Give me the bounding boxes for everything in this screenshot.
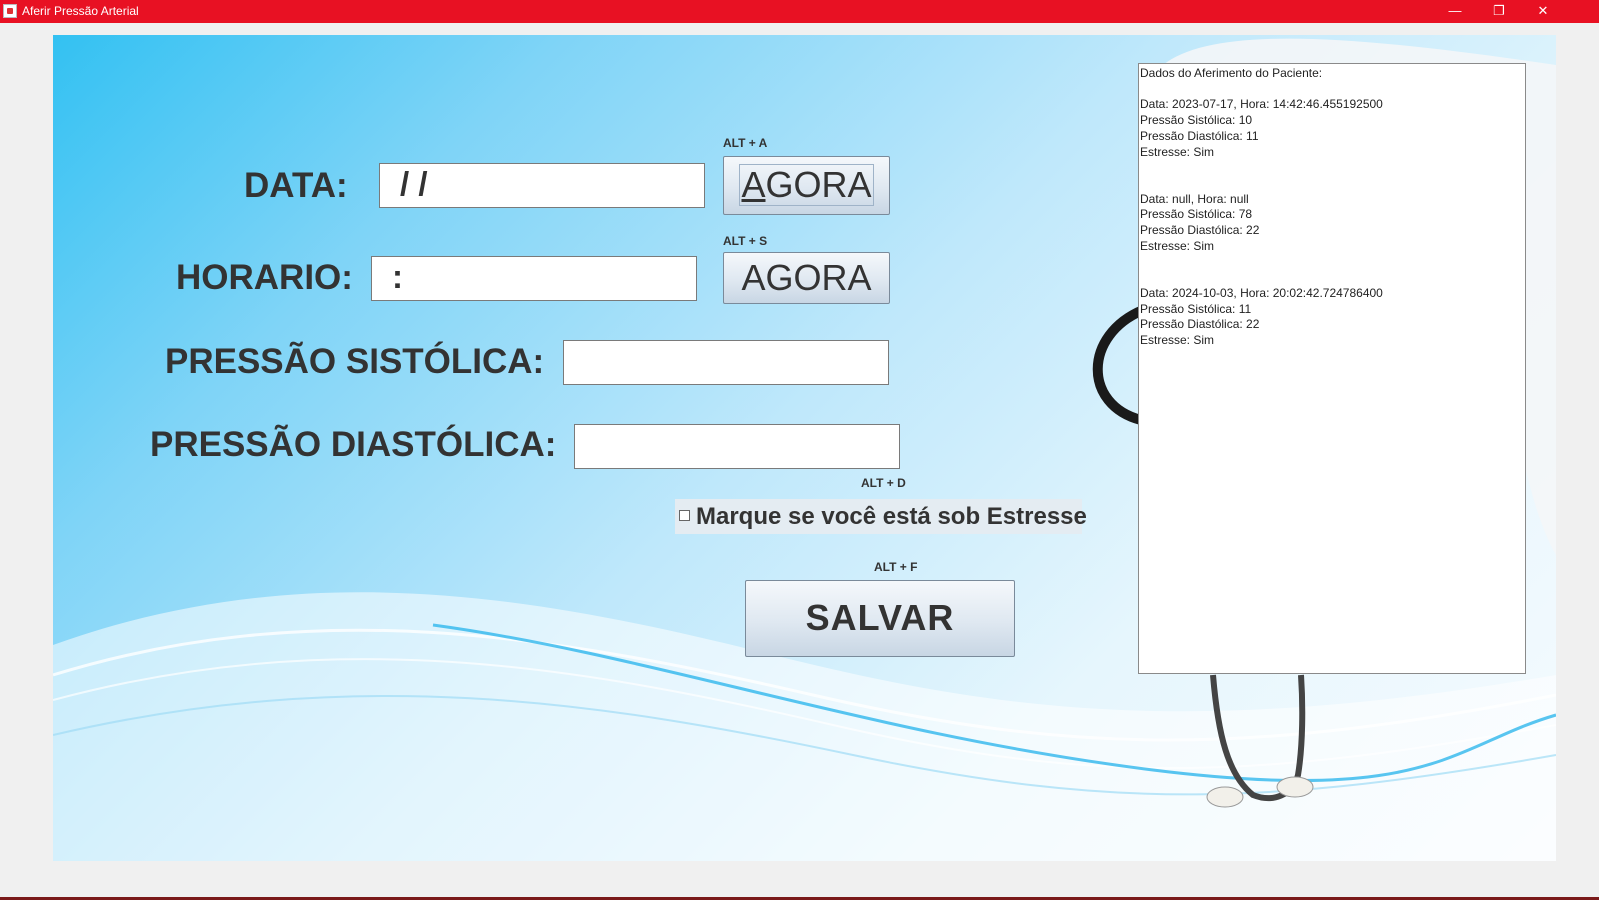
pressao-sistolica-field[interactable] <box>563 340 889 385</box>
checkbox-icon[interactable] <box>679 510 690 521</box>
agora-horario-shortcut-hint: ALT + S <box>723 234 768 248</box>
horario-field[interactable]: : <box>371 256 697 301</box>
estresse-checkbox-row[interactable]: Marque se você está sob Estresse <box>675 499 1087 534</box>
salvar-button[interactable]: SALVAR <box>745 580 1015 657</box>
patient-records-log[interactable]: Dados do Aferimento do Paciente: Data: 2… <box>1138 63 1526 674</box>
data-field[interactable]: / / <box>379 163 705 208</box>
agora-data-shortcut-hint: ALT + A <box>723 136 768 150</box>
horario-label: HORARIO: <box>176 258 353 297</box>
close-button[interactable]: ✕ <box>1521 0 1565 23</box>
minimize-button[interactable]: — <box>1433 0 1477 23</box>
window-title: Aferir Pressão Arterial <box>22 4 139 18</box>
agora-horario-button[interactable]: AGORA <box>723 252 890 304</box>
agora-data-button-label: AGORA <box>739 164 874 206</box>
pressao-sistolica-label: PRESSÃO SISTÓLICA: <box>165 342 545 381</box>
pressao-diastolica-field[interactable] <box>574 424 900 469</box>
java-app-icon <box>3 4 17 18</box>
pressao-diastolica-label: PRESSÃO DIASTÓLICA: <box>150 425 557 464</box>
estresse-checkbox-label[interactable]: Marque se você está sob Estresse <box>696 503 1087 531</box>
salvar-shortcut-hint: ALT + F <box>874 560 918 574</box>
form-panel: DATA: / / ALT + A AGORA HORARIO: : ALT +… <box>53 35 1556 861</box>
agora-data-button[interactable]: AGORA <box>723 156 890 215</box>
estresse-shortcut-hint: ALT + D <box>861 476 906 490</box>
data-label: DATA: <box>244 166 348 205</box>
title-bar: Aferir Pressão Arterial — ❐ ✕ <box>0 0 1599 23</box>
restore-button[interactable]: ❐ <box>1477 0 1521 23</box>
